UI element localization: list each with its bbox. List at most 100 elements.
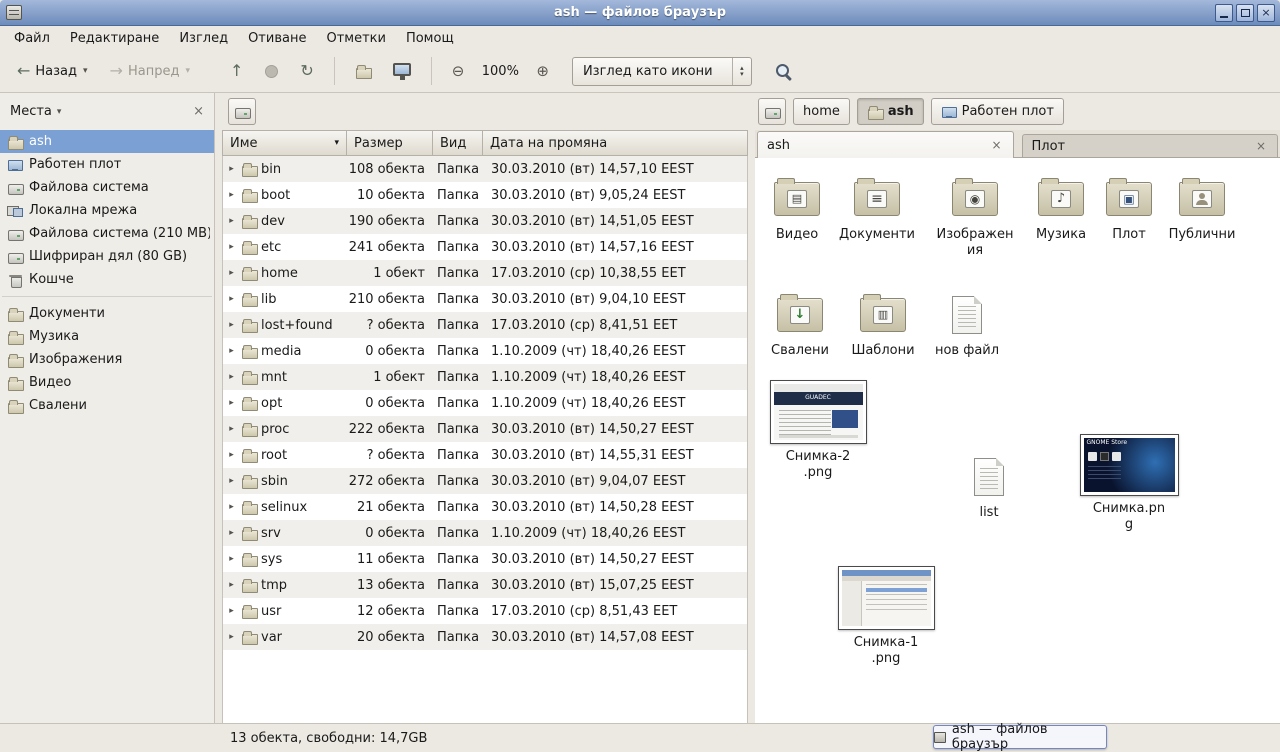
sidebar-item[interactable]: Файлова система: [0, 176, 214, 199]
sidebar-item[interactable]: Музика: [0, 325, 214, 348]
expander-icon[interactable]: ▸: [226, 372, 237, 382]
file-row[interactable]: ▸ lost+found ? обекта Папка 17.03.2010 (…: [223, 312, 747, 338]
path-button-home[interactable]: home: [793, 98, 850, 125]
tab-ash[interactable]: ash ×: [757, 131, 1014, 158]
path-button-desktop[interactable]: Работен плот: [931, 98, 1064, 125]
sidebar-item[interactable]: Шифриран дял (80 GB): [0, 245, 214, 268]
file-row[interactable]: ▸ etc 241 обекта Папка 30.03.2010 (вт) 1…: [223, 234, 747, 260]
minimize-button[interactable]: [1215, 4, 1233, 22]
sidebar-item[interactable]: ash: [0, 130, 214, 153]
icon-item-templates[interactable]: Шаблони: [841, 286, 925, 359]
expander-icon[interactable]: ▸: [226, 424, 237, 434]
expander-icon[interactable]: ▸: [226, 476, 237, 486]
column-header-type[interactable]: Вид: [433, 130, 483, 156]
sidebar-close-icon[interactable]: ×: [193, 104, 204, 119]
taskbar-window-button[interactable]: ash — файлов браузър: [933, 725, 1107, 749]
file-row[interactable]: ▸ lib 210 обекта Папка 30.03.2010 (вт) 9…: [223, 286, 747, 312]
root-location-button[interactable]: [228, 98, 256, 125]
root-location-button[interactable]: [758, 98, 786, 125]
expander-icon[interactable]: ▸: [226, 164, 237, 174]
search-button[interactable]: [766, 56, 801, 87]
sidebar-item[interactable]: Свалени: [0, 394, 214, 417]
sidebar-title[interactable]: Места: [10, 104, 52, 119]
zoom-out-button[interactable]: ⊖: [443, 56, 474, 87]
sidebar-item[interactable]: Кошче: [0, 268, 214, 291]
expander-icon[interactable]: ▸: [226, 632, 237, 642]
expander-icon[interactable]: ▸: [226, 580, 237, 590]
expander-icon[interactable]: ▸: [226, 554, 237, 564]
file-row[interactable]: ▸ tmp 13 обекта Папка 30.03.2010 (вт) 15…: [223, 572, 747, 598]
icon-item-public[interactable]: Публични: [1160, 170, 1244, 243]
file-row[interactable]: ▸ home 1 обект Папка 17.03.2010 (ср) 10,…: [223, 260, 747, 286]
icon-view-canvas[interactable]: Видео Документи Изображения Музика Плот …: [755, 158, 1280, 723]
up-button[interactable]: ↑: [221, 56, 252, 87]
forward-button[interactable]: → Напред ▾: [101, 56, 199, 87]
icon-item-downloads[interactable]: Свалени: [758, 286, 842, 359]
expander-icon[interactable]: ▸: [226, 502, 237, 512]
expander-icon[interactable]: ▸: [226, 216, 237, 226]
file-row[interactable]: ▸ root ? обекта Папка 30.03.2010 (вт) 14…: [223, 442, 747, 468]
expander-icon[interactable]: ▸: [226, 320, 237, 330]
column-header-size[interactable]: Размер: [347, 130, 433, 156]
file-row[interactable]: ▸ sys 11 обекта Папка 30.03.2010 (вт) 14…: [223, 546, 747, 572]
icon-item-images[interactable]: Изображения: [933, 170, 1017, 260]
column-header-name[interactable]: Име▾: [222, 130, 347, 156]
computer-button[interactable]: [384, 56, 420, 87]
sidebar-item[interactable]: Изображения: [0, 348, 214, 371]
file-row[interactable]: ▸ sbin 272 обекта Папка 30.03.2010 (вт) …: [223, 468, 747, 494]
file-row[interactable]: ▸ dev 190 обекта Папка 30.03.2010 (вт) 1…: [223, 208, 747, 234]
stop-button[interactable]: [256, 56, 287, 87]
menu-item[interactable]: Файл: [4, 28, 60, 49]
menu-item[interactable]: Помощ: [396, 28, 464, 49]
titlebar[interactable]: ash — файлов браузър ×: [0, 0, 1280, 26]
menu-item[interactable]: Отметки: [316, 28, 395, 49]
expander-icon[interactable]: ▸: [226, 190, 237, 200]
zoom-in-button[interactable]: ⊕: [527, 56, 558, 87]
view-mode-select[interactable]: Изглед като икони ▴▾: [572, 57, 752, 86]
back-button[interactable]: ← Назад ▾: [8, 56, 97, 87]
back-history-caret-icon[interactable]: ▾: [83, 66, 88, 76]
expander-icon[interactable]: ▸: [226, 606, 237, 616]
tab-close-icon[interactable]: ×: [989, 138, 1003, 152]
expander-icon[interactable]: ▸: [226, 268, 237, 278]
file-row[interactable]: ▸ proc 222 обекта Папка 30.03.2010 (вт) …: [223, 416, 747, 442]
tab-close-icon[interactable]: ×: [1254, 139, 1268, 153]
file-row[interactable]: ▸ media 0 обекта Папка 1.10.2009 (чт) 18…: [223, 338, 747, 364]
file-row[interactable]: ▸ bin 108 обекта Папка 30.03.2010 (вт) 1…: [223, 156, 747, 182]
reload-button[interactable]: ↻: [291, 56, 322, 87]
sidebar-item[interactable]: Локална мрежа: [0, 199, 214, 222]
sidebar-selector-caret-icon[interactable]: ▾: [57, 107, 62, 117]
icon-item-documents[interactable]: Документи: [835, 170, 919, 243]
file-row[interactable]: ▸ mnt 1 обект Папка 1.10.2009 (чт) 18,40…: [223, 364, 747, 390]
window-menu-icon[interactable]: [6, 5, 22, 20]
icon-item-new-file[interactable]: нов файл: [925, 286, 1009, 359]
file-row[interactable]: ▸ opt 0 обекта Папка 1.10.2009 (чт) 18,4…: [223, 390, 747, 416]
icon-item-list[interactable]: list: [947, 448, 1031, 521]
expander-icon[interactable]: ▸: [226, 450, 237, 460]
expander-icon[interactable]: ▸: [226, 242, 237, 252]
menu-item[interactable]: Изглед: [169, 28, 238, 49]
file-row[interactable]: ▸ boot 10 обекта Папка 30.03.2010 (вт) 9…: [223, 182, 747, 208]
icon-item-snimka1[interactable]: Снимка-1.png: [836, 566, 936, 668]
expander-icon[interactable]: ▸: [226, 346, 237, 356]
menu-item[interactable]: Редактиране: [60, 28, 169, 49]
menu-item[interactable]: Отиване: [238, 28, 316, 49]
maximize-button[interactable]: [1236, 4, 1254, 22]
expander-icon[interactable]: ▸: [226, 398, 237, 408]
icon-item-snimka[interactable]: GNOME Store Снимка.png: [1074, 434, 1184, 534]
column-header-date[interactable]: Дата на промяна: [483, 130, 748, 156]
file-row[interactable]: ▸ selinux 21 обекта Папка 30.03.2010 (вт…: [223, 494, 747, 520]
sidebar-item[interactable]: Видео: [0, 371, 214, 394]
close-button[interactable]: ×: [1257, 4, 1275, 22]
icon-item-snimka2[interactable]: GUADEC Снимка-2.png: [768, 380, 868, 482]
expander-icon[interactable]: ▸: [226, 294, 237, 304]
icon-item-desktop[interactable]: Плот: [1087, 170, 1171, 243]
home-button[interactable]: [346, 56, 380, 87]
sidebar-item[interactable]: Работен плот: [0, 153, 214, 176]
file-row[interactable]: ▸ var 20 обекта Папка 30.03.2010 (вт) 14…: [223, 624, 747, 650]
expander-icon[interactable]: ▸: [226, 528, 237, 538]
sidebar-item[interactable]: Документи: [0, 302, 214, 325]
file-row[interactable]: ▸ usr 12 обекта Папка 17.03.2010 (ср) 8,…: [223, 598, 747, 624]
file-row[interactable]: ▸ srv 0 обекта Папка 1.10.2009 (чт) 18,4…: [223, 520, 747, 546]
sidebar-item[interactable]: Файлова система (210 MB): [0, 222, 214, 245]
